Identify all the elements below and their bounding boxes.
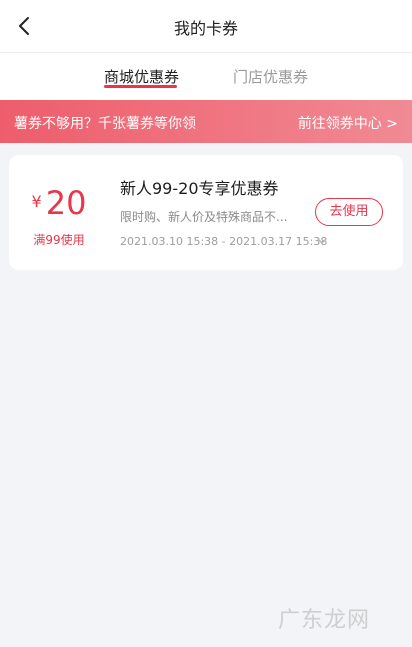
coupon-amount: ¥20 — [9, 184, 109, 222]
coupon-description: 限时购、新人价及特殊商品不... — [120, 210, 288, 224]
currency-symbol: ¥ — [31, 192, 42, 211]
tab-store-coupons[interactable]: 门店优惠券 — [233, 66, 308, 87]
tab-mall-coupons[interactable]: 商城优惠券 — [104, 66, 179, 87]
active-tab-indicator — [104, 85, 177, 88]
coupon-center-link[interactable]: 前往领券中心 > — [298, 113, 398, 133]
coupon-title: 新人99-20专享优惠券 — [120, 179, 279, 198]
page-title: 我的卡券 — [173, 19, 238, 38]
chevron-down-icon[interactable] — [315, 235, 329, 247]
coupon-tabs: 商城优惠券 门店优惠券 — [0, 53, 412, 100]
coupon-validity-period: 2021.03.10 15:38 - 2021.03.17 15:38 — [120, 235, 328, 248]
coupon-card: ¥20 满99使用 新人99-20专享优惠券 限时购、新人价及特殊商品不... … — [9, 155, 403, 270]
banner-text: 薯券不够用？千张薯券等你领 — [14, 116, 196, 132]
coupon-threshold: 满99使用 — [33, 233, 85, 247]
coupon-center-banner[interactable]: 薯券不够用？千张薯券等你领 前往领券中心 > — [0, 100, 412, 143]
use-coupon-button[interactable]: 去使用 — [315, 198, 383, 226]
watermark-logo: 广东龙网 — [278, 608, 371, 633]
coupon-value: 20 — [45, 184, 87, 222]
top-navigation-bar: 我的卡券 — [0, 0, 412, 53]
